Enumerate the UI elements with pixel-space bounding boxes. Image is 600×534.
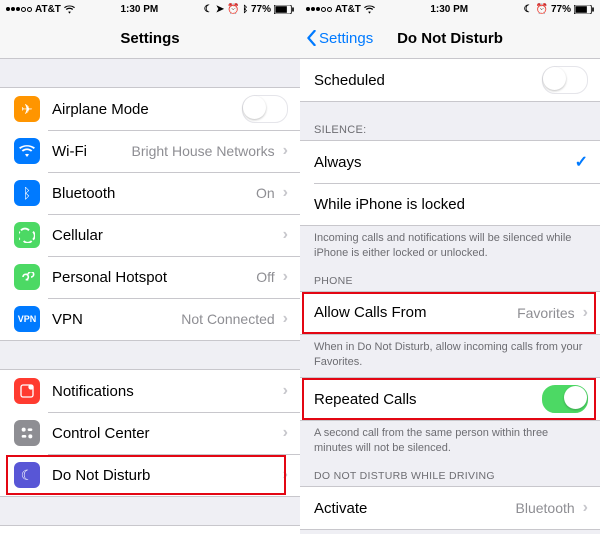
wifi-row[interactable]: Wi-Fi Bright House Networks › bbox=[0, 130, 300, 172]
page-title: Do Not Disturb bbox=[397, 30, 503, 47]
row-detail: Not Connected bbox=[181, 311, 274, 327]
alarm-icon: ⏰ bbox=[536, 4, 548, 15]
row-label: Cellular bbox=[52, 227, 103, 244]
location-icon: ➤ bbox=[216, 4, 224, 15]
connectivity-group: ✈ Airplane Mode Wi-Fi Bright House Netwo… bbox=[0, 87, 300, 341]
repeated-calls-row[interactable]: Repeated Calls bbox=[300, 378, 600, 420]
control-center-row[interactable]: Control Center › bbox=[0, 412, 300, 454]
general-group: General › bbox=[0, 525, 300, 534]
general-row[interactable]: General › bbox=[0, 526, 300, 534]
status-bar: AT&T 1:30 PM ☾ ➤ ⏰ ᛒ 77% bbox=[0, 0, 300, 18]
vpn-icon: VPN bbox=[14, 306, 40, 332]
alarm-icon: ⏰ bbox=[227, 4, 239, 15]
row-label: Allow Calls From bbox=[314, 304, 427, 321]
hotspot-icon bbox=[14, 264, 40, 290]
notifications-icon bbox=[14, 378, 40, 404]
settings-screen: AT&T 1:30 PM ☾ ➤ ⏰ ᛒ 77% Settings ✈ Airp… bbox=[0, 0, 300, 534]
row-label: While iPhone is locked bbox=[314, 196, 465, 213]
moon-icon: ☾ bbox=[524, 4, 533, 15]
phone-header: PHONE bbox=[300, 269, 600, 291]
signal-icon bbox=[6, 7, 32, 12]
chevron-icon: › bbox=[283, 184, 288, 202]
chevron-icon: › bbox=[283, 226, 288, 244]
row-label: Notifications bbox=[52, 383, 134, 400]
back-label: Settings bbox=[319, 30, 373, 47]
driving-header: DO NOT DISTURB WHILE DRIVING bbox=[300, 464, 600, 486]
personal-hotspot-row[interactable]: Personal Hotspot Off › bbox=[0, 256, 300, 298]
row-detail: Bright House Networks bbox=[132, 143, 275, 159]
allow-footer: When in Do Not Disturb, allow incoming c… bbox=[300, 335, 600, 378]
chevron-icon: › bbox=[583, 499, 588, 517]
carrier-label: AT&T bbox=[35, 4, 61, 15]
dnd-screen: AT&T 1:30 PM ☾ ⏰ 77% Settings Do Not Dis… bbox=[300, 0, 600, 534]
silence-footer: Incoming calls and notifications will be… bbox=[300, 226, 600, 269]
chevron-icon: › bbox=[283, 310, 288, 328]
chevron-left-icon bbox=[306, 30, 317, 46]
chevron-icon: › bbox=[583, 304, 588, 322]
chevron-icon: › bbox=[283, 268, 288, 286]
row-label: Personal Hotspot bbox=[52, 269, 167, 286]
bluetooth-icon: ᛒ bbox=[243, 4, 248, 14]
row-detail: On bbox=[256, 185, 275, 201]
system-group: Notifications › Control Center › ☾ Do No… bbox=[0, 369, 300, 497]
row-label: Repeated Calls bbox=[314, 391, 417, 408]
activate-row[interactable]: Activate Bluetooth › bbox=[300, 487, 600, 529]
battery-pct-label: 77% bbox=[251, 4, 271, 15]
battery-pct-label: 77% bbox=[551, 4, 571, 15]
silence-header: SILENCE: bbox=[300, 102, 600, 140]
clock-label: 1:30 PM bbox=[430, 4, 468, 15]
do-not-disturb-row[interactable]: ☾ Do Not Disturb › bbox=[0, 454, 300, 496]
cellular-icon bbox=[14, 222, 40, 248]
chevron-icon: › bbox=[283, 142, 288, 160]
bluetooth-icon: ᛒ bbox=[14, 180, 40, 206]
allow-calls-row[interactable]: Allow Calls From Favorites › bbox=[300, 292, 600, 334]
cellular-row[interactable]: Cellular › bbox=[0, 214, 300, 256]
row-detail: Bluetooth bbox=[516, 500, 575, 516]
row-label: Control Center bbox=[52, 425, 150, 442]
row-detail: Off bbox=[256, 269, 274, 285]
wifi-icon bbox=[64, 5, 75, 14]
battery-icon bbox=[574, 5, 594, 14]
row-label: Airplane Mode bbox=[52, 101, 149, 118]
silence-always-row[interactable]: Always ✓ bbox=[300, 141, 600, 183]
row-label: Always bbox=[314, 154, 362, 171]
silence-locked-row[interactable]: While iPhone is locked bbox=[300, 183, 600, 225]
chevron-icon: › bbox=[283, 424, 288, 442]
repeated-footer: A second call from the same person withi… bbox=[300, 421, 600, 464]
scheduled-toggle[interactable] bbox=[542, 66, 588, 94]
page-title: Settings bbox=[120, 30, 179, 47]
nav-bar: Settings Do Not Disturb bbox=[300, 18, 600, 59]
row-label: Scheduled bbox=[314, 72, 385, 89]
checkmark-icon: ✓ bbox=[575, 152, 588, 172]
wifi-icon bbox=[364, 5, 375, 14]
row-detail: Favorites bbox=[517, 305, 575, 321]
vpn-row[interactable]: VPN VPN Not Connected › bbox=[0, 298, 300, 340]
chevron-icon: › bbox=[283, 466, 288, 484]
signal-icon bbox=[306, 7, 332, 12]
wifi-icon bbox=[14, 138, 40, 164]
battery-icon bbox=[274, 5, 294, 14]
row-label: Do Not Disturb bbox=[52, 467, 150, 484]
scheduled-row[interactable]: Scheduled bbox=[300, 59, 600, 101]
nav-bar: Settings bbox=[0, 18, 300, 59]
clock-label: 1:30 PM bbox=[120, 4, 158, 15]
row-label: Bluetooth bbox=[52, 185, 115, 202]
row-label: Activate bbox=[314, 500, 367, 517]
airplane-mode-toggle[interactable] bbox=[242, 95, 288, 123]
chevron-icon: › bbox=[283, 382, 288, 400]
moon-icon: ☾ bbox=[204, 4, 213, 15]
repeated-calls-toggle[interactable] bbox=[542, 385, 588, 413]
row-label: Wi-Fi bbox=[52, 143, 87, 160]
airplane-mode-row[interactable]: ✈ Airplane Mode bbox=[0, 88, 300, 130]
control-center-icon bbox=[14, 420, 40, 446]
row-label: VPN bbox=[52, 311, 83, 328]
moon-icon: ☾ bbox=[14, 462, 40, 488]
status-bar: AT&T 1:30 PM ☾ ⏰ 77% bbox=[300, 0, 600, 18]
carrier-label: AT&T bbox=[335, 4, 361, 15]
notifications-row[interactable]: Notifications › bbox=[0, 370, 300, 412]
back-button[interactable]: Settings bbox=[306, 30, 373, 47]
bluetooth-row[interactable]: ᛒ Bluetooth On › bbox=[0, 172, 300, 214]
airplane-icon: ✈ bbox=[14, 96, 40, 122]
